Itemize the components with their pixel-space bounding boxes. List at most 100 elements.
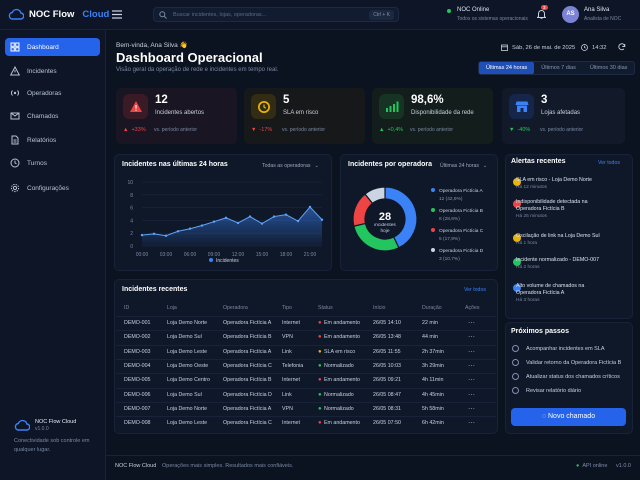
legend-value: 8 (28,6%) — [439, 216, 460, 222]
table-cell: 26/05 09:21 — [373, 377, 401, 384]
table-cell: DEMO-005 — [124, 377, 151, 384]
footer: NOC Flow Cloud Operações mais simples. R… — [106, 455, 640, 480]
tab-24h[interactable]: Últimas 24 horas — [479, 62, 535, 74]
data-point[interactable] — [248, 215, 252, 218]
table-cell: Loja Demo Oeste — [167, 362, 209, 369]
tab-30d[interactable]: Últimos 30 dias — [583, 62, 635, 74]
legend-marker — [209, 258, 213, 262]
alert-text[interactable]: Alto volume de chamados na Operadora Fic… — [516, 283, 608, 297]
kpi-compare: vs. período anterior — [282, 127, 326, 133]
next-step-item[interactable]: Revisar relatório diário — [512, 387, 581, 394]
alerts-view-all-link[interactable]: Ver todos — [598, 160, 620, 166]
sidebar-item-relatorios[interactable]: Relatórios — [5, 131, 100, 149]
sidebar: Dashboard Incidentes Operadoras Chamados… — [0, 30, 106, 480]
up-arrow-icon: ▲ — [379, 127, 385, 133]
data-point[interactable] — [200, 224, 204, 227]
x-tick-label: 06:00 — [184, 252, 197, 258]
data-point[interactable] — [224, 216, 228, 220]
date-display[interactable]: Sáb, 26 de mai. de 2025 — [501, 44, 575, 51]
y-tick-label: 6 — [130, 206, 133, 212]
status-dot: ● — [318, 362, 322, 369]
table-view-all-link[interactable]: Ver todos — [464, 287, 486, 293]
kpi-delta: ▲ +0,4% — [379, 127, 403, 133]
data-point[interactable] — [308, 205, 312, 209]
time-display: 14:32 — [581, 44, 607, 51]
sidebar-footer-version: v1.0.0 — [35, 426, 49, 432]
sidebar-item-configuracoes[interactable]: Configurações — [5, 179, 100, 197]
kpi-card-sla[interactable]: 5 SLA em risco ▼ -17% vs. período anterio… — [244, 88, 365, 144]
status-dot — [447, 9, 451, 13]
search-bar[interactable]: Buscar incidentes, lojas, operadoras... … — [153, 7, 399, 22]
brand[interactable]: NOC Flow Cloud — [8, 8, 109, 20]
data-point[interactable] — [164, 234, 168, 237]
sidebar-item-operadoras[interactable]: Operadoras — [5, 84, 100, 102]
data-point[interactable] — [140, 233, 144, 237]
more-actions-icon[interactable]: ⋯ — [468, 348, 475, 356]
alert-text[interactable]: Oscilação de link na Loja Demo Sul — [516, 233, 608, 240]
page-subtitle: Visão geral da operação de rede e incide… — [116, 67, 279, 73]
status-dot: ● — [318, 391, 322, 398]
tab-7d[interactable]: Últimos 7 dias — [534, 62, 583, 74]
table-cell: Loja Demo Leste — [167, 420, 208, 427]
more-actions-icon[interactable]: ⋯ — [468, 376, 475, 384]
donut-chart-filter[interactable]: Últimas 24 horas ⌄ — [440, 163, 487, 169]
more-actions-icon[interactable]: ⋯ — [468, 405, 475, 413]
kpi-card-disponibilidade[interactable]: 98,6% Disponibilidade da rede ▲ +0,4% vs.… — [372, 88, 493, 144]
user-name: Ana Silva — [584, 7, 610, 13]
next-step-item[interactable]: Acompanhar incidentes em SLA — [512, 345, 605, 352]
alert-text[interactable]: Incidente normalizado - DEMO-007 — [516, 257, 608, 264]
data-point[interactable] — [272, 215, 276, 218]
data-point[interactable] — [176, 230, 180, 233]
y-tick-label: 2 — [130, 231, 133, 237]
next-step-item[interactable]: Atualizar status dos chamados críticos — [512, 373, 620, 380]
gear-icon — [10, 183, 20, 193]
more-actions-icon[interactable]: ⋯ — [468, 333, 475, 341]
more-actions-icon[interactable]: ⋯ — [468, 319, 475, 327]
data-point[interactable] — [296, 219, 300, 223]
data-point[interactable] — [152, 232, 156, 236]
kpi-card-incidentes[interactable]: 12 Incidentes abertos ▲ +33% vs. período … — [116, 88, 237, 144]
alert-text[interactable]: SLA em risco - Loja Demo Norte — [516, 177, 608, 184]
data-point[interactable] — [236, 221, 240, 225]
new-ticket-button[interactable]: ◌ Novo chamado — [511, 408, 626, 426]
data-point[interactable] — [284, 213, 288, 216]
data-point[interactable] — [260, 222, 264, 225]
user-menu[interactable]: Ana Silva Analista de NOC — [584, 7, 621, 22]
next-step-item[interactable]: Validar retorno da Operadora Fictícia B — [512, 359, 621, 366]
alert-text[interactable]: Indisponibilidade detectada na Operadora… — [516, 199, 608, 213]
legend-marker — [431, 228, 435, 232]
sidebar-item-incidentes[interactable]: Incidentes — [5, 62, 100, 80]
table-cell: DEMO-002 — [124, 334, 151, 341]
chevron-down-icon: ⌄ — [314, 163, 319, 169]
line-chart-filter[interactable]: Todas as operadoras ⌄ — [262, 163, 319, 169]
refresh-icon[interactable] — [618, 43, 626, 51]
search-input[interactable]: Buscar incidentes, lojas, operadoras... — [173, 12, 266, 18]
table-cell: Operadora Fictícia C — [223, 420, 272, 427]
notification-badge: 3 — [541, 5, 548, 10]
status-subtitle: Todos os sistemas operacionais — [457, 16, 528, 22]
sidebar-item-dashboard[interactable]: Dashboard — [5, 38, 100, 56]
table-cell: DEMO-008 — [124, 420, 151, 427]
sidebar-item-turnos[interactable]: Turnos — [5, 154, 100, 172]
data-point[interactable] — [320, 218, 324, 221]
sidebar-item-chamados[interactable]: Chamados — [5, 107, 100, 125]
kpi-card-lojas[interactable]: 3 Lojas afetadas ▼ -40% vs. período anter… — [502, 88, 625, 144]
checkbox-icon[interactable] — [512, 359, 519, 366]
notifications-button[interactable]: 3 — [536, 5, 548, 21]
next-step-label: Revisar relatório diário — [526, 387, 582, 394]
data-point[interactable] — [212, 220, 216, 223]
checkbox-icon[interactable] — [512, 373, 519, 380]
calendar-icon — [501, 44, 508, 51]
search-shortcut: Ctrl + K — [369, 10, 394, 20]
more-actions-icon[interactable]: ⋯ — [468, 362, 475, 370]
x-tick-label: 21:00 — [304, 252, 317, 258]
checkbox-icon[interactable] — [512, 345, 519, 352]
more-actions-icon[interactable]: ⋯ — [468, 391, 475, 399]
kpi-label: Disponibilidade da rede — [411, 110, 474, 116]
status-badge: Em andamento — [324, 320, 360, 326]
more-actions-icon[interactable]: ⋯ — [468, 419, 475, 427]
avatar[interactable]: AS — [562, 6, 579, 23]
data-point[interactable] — [188, 227, 192, 230]
checkbox-icon[interactable] — [512, 387, 519, 394]
menu-icon[interactable] — [112, 10, 122, 19]
